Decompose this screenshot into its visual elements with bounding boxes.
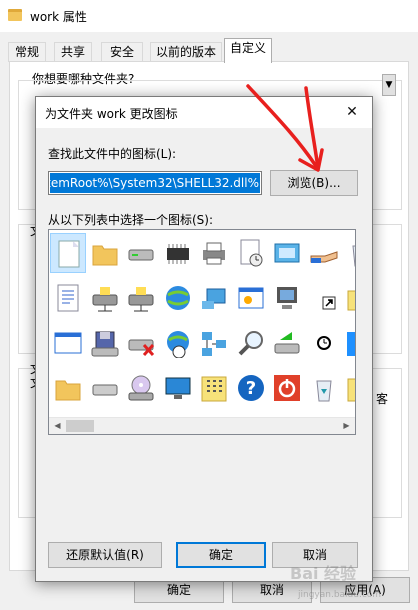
tab-strip: 常规 共享 安全 以前的版本 自定义 (0, 38, 418, 63)
dialog-title: 为文件夹 work 更改图标 (45, 107, 178, 121)
properties-title: work 属性 (30, 10, 87, 24)
close-icon[interactable]: ✕ (332, 97, 372, 128)
horizontal-scrollbar[interactable]: ◀ ▶ (49, 417, 355, 434)
side-text-4: 客 (376, 392, 389, 406)
scroll-right-icon[interactable]: ▶ (338, 418, 355, 434)
icon-list[interactable]: ◀ ▶ ? (48, 229, 356, 435)
network-drive-2-icon[interactable] (123, 278, 159, 318)
recycle-bin-icon[interactable] (342, 233, 355, 273)
shortcut-arrow-icon[interactable] (306, 278, 342, 318)
watermark: Bai 经验 (290, 564, 357, 583)
drive-icon-2[interactable] (87, 368, 123, 408)
window-icon[interactable] (50, 323, 86, 363)
printer-icon[interactable] (196, 233, 232, 273)
search-computer-icon[interactable] (269, 278, 305, 318)
globe-cursor-icon[interactable] (160, 323, 196, 363)
help-icon[interactable]: ? (233, 368, 269, 408)
blue-square-icon[interactable] (342, 323, 355, 363)
find-icons-label: 查找此文件中的图标(L): (48, 147, 177, 161)
drive-icon[interactable] (123, 233, 159, 273)
folder-icon-2[interactable] (50, 368, 86, 408)
select-icon-label: 从以下列表中选择一个图标(S): (48, 213, 214, 227)
network-drive-icon[interactable] (87, 278, 123, 318)
icon-file-path-input[interactable]: %SystemRoot%\System32\SHELL32.dll (48, 171, 262, 195)
blank-document-icon[interactable] (50, 233, 86, 273)
tab-customize[interactable]: 自定义 (224, 38, 272, 63)
power-icon[interactable] (269, 368, 305, 408)
scrollbar-thumb[interactable] (66, 420, 94, 432)
settings-window-icon[interactable] (233, 278, 269, 318)
ok-button[interactable]: 确定 (176, 542, 266, 568)
chevron-down-icon[interactable]: ▼ (382, 74, 396, 96)
restore-defaults-button[interactable]: 还原默认值(R) (48, 542, 162, 568)
chip-icon[interactable] (160, 233, 196, 273)
floppy-drive-icon[interactable] (87, 323, 123, 363)
text-document-icon[interactable] (50, 278, 86, 318)
folder-icon (8, 9, 22, 21)
clock-icon[interactable] (306, 323, 342, 363)
clock-document-icon[interactable] (233, 233, 269, 273)
network-icon[interactable] (196, 323, 232, 363)
scroll-left-icon[interactable]: ◀ (49, 418, 66, 434)
tab-sharing[interactable]: 共享 (54, 42, 92, 62)
monitor-icon[interactable] (160, 368, 196, 408)
cd-drive-icon[interactable] (123, 368, 159, 408)
svg-text:?: ? (245, 378, 255, 399)
icon-file-path-value: %SystemRoot%\System32\SHELL32.dll (50, 173, 260, 193)
watermark-url: jingyan.baidu.com (298, 590, 382, 600)
folder-tools-icon[interactable] (342, 368, 355, 408)
tab-security[interactable]: 安全 (101, 42, 143, 62)
annotation-arrow-icon (246, 84, 324, 172)
tab-general[interactable]: 常规 (8, 42, 46, 62)
network-computer-icon[interactable] (196, 278, 232, 318)
arrow-drive-icon[interactable] (269, 323, 305, 363)
folder-key-icon[interactable] (342, 278, 355, 318)
folder-grid-icon[interactable] (196, 368, 232, 408)
hand-icon[interactable] (306, 233, 342, 273)
drive-x-icon[interactable] (123, 323, 159, 363)
recycle-bin-icon-2[interactable] (306, 368, 342, 408)
monitor-screen-icon[interactable] (269, 233, 305, 273)
magnifier-icon[interactable] (233, 323, 269, 363)
properties-titlebar: work 属性 (0, 0, 418, 32)
folder-icon[interactable] (87, 233, 123, 273)
tab-previous-versions[interactable]: 以前的版本 (150, 42, 222, 62)
globe-icon[interactable] (160, 278, 196, 318)
